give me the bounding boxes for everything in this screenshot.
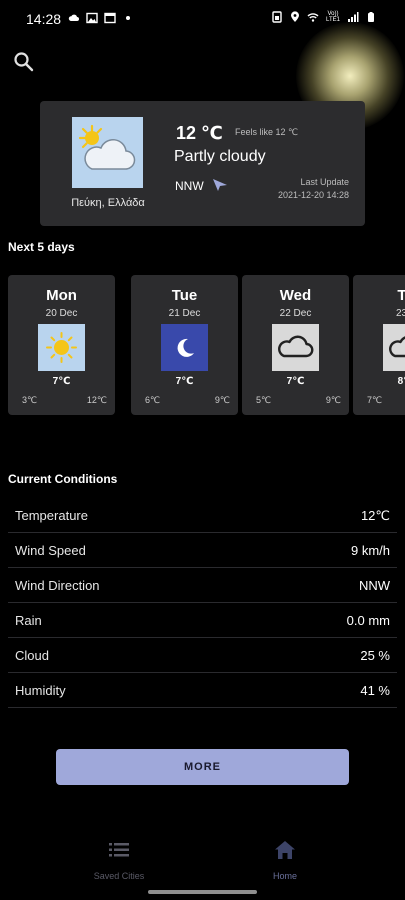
day-name: Wed (279, 287, 312, 304)
cloud-notification-icon (68, 14, 79, 21)
conditions-section-title: Current Conditions (8, 472, 118, 486)
current-temperature: 12 ℃ (176, 123, 223, 143)
day-name: Mon (46, 287, 77, 304)
day-temperature: 7℃ (175, 376, 194, 387)
forecast-day-card[interactable]: Tue 21 Dec 7℃ 6℃ 9℃ (131, 275, 238, 415)
home-icon (275, 841, 295, 859)
wifi-icon (307, 13, 319, 22)
forecast-day-card[interactable]: Mon 20 Dec 7℃ 3℃ 12℃ (8, 275, 115, 415)
condition-label: Wind Speed (15, 543, 86, 558)
condition-row: Rain 0.0 mm (8, 603, 397, 638)
forecast-day-card[interactable]: Wed 22 Dec 7℃ 5℃ 9℃ (242, 275, 349, 415)
status-time: 14:28 (26, 11, 62, 27)
wind-direction-arrow-icon (213, 179, 227, 191)
image-notification-icon (86, 12, 98, 24)
nav-home-label: Home (272, 871, 297, 881)
condition-value: NNW (358, 578, 390, 593)
day-max-temperature: 9℃ (214, 395, 230, 405)
forecast-day-card[interactable]: Th 23 D 8℃ 7℃ (353, 275, 405, 415)
condition-row: Cloud 25 % (8, 638, 397, 673)
condition-row: Wind Direction NNW (8, 568, 397, 603)
network-label: Vo)) LTE1 (326, 11, 340, 23)
day-name: Th (397, 287, 405, 304)
condition-value: 0.0 mm (346, 613, 390, 628)
more-notifications-dot-icon (126, 16, 130, 20)
cloud-icon (272, 324, 319, 371)
day-temperature: 7℃ (52, 376, 71, 387)
day-name: Tue (171, 287, 198, 304)
sun-icon (38, 324, 85, 371)
moon-icon (161, 324, 208, 371)
day-temperature: 7℃ (286, 376, 305, 387)
day-max-temperature: 12℃ (86, 395, 107, 405)
last-update-value: 2021-12-20 14:28 (277, 190, 349, 200)
condition-value: 12℃ (360, 508, 390, 523)
current-weather-card[interactable]: Πεύκη, Ελλάδα 12 ℃ Feels like 12 ℃ Partl… (40, 101, 365, 226)
day-date: 23 D (395, 308, 405, 319)
feels-like-label: Feels like 12 ℃ (235, 127, 299, 137)
condition-label: Rain (15, 613, 42, 628)
day-max-temperature: 9℃ (325, 395, 341, 405)
cloud-icon (383, 324, 405, 371)
condition-row: Wind Speed 9 km/h (8, 533, 397, 568)
system-home-indicator[interactable] (148, 890, 257, 894)
forecast-section-title: Next 5 days (8, 240, 75, 254)
battery-icon (368, 12, 374, 22)
day-min-temperature: 7℃ (367, 395, 383, 405)
search-icon[interactable] (12, 50, 36, 74)
day-min-temperature: 5℃ (256, 395, 272, 405)
condition-value: 9 km/h (350, 543, 390, 558)
last-update-label: Last Update (300, 177, 349, 187)
condition-label: Cloud (15, 648, 49, 663)
day-date: 20 Dec (45, 308, 78, 319)
day-date: 22 Dec (279, 308, 312, 319)
nav-home[interactable]: Home (235, 840, 335, 884)
weather-description: Partly cloudy (174, 148, 266, 165)
battery-saver-icon (272, 11, 282, 23)
condition-row: Humidity 41 % (8, 673, 397, 708)
partly-cloudy-icon (72, 117, 143, 188)
condition-value: 41 % (360, 683, 390, 698)
location-icon (291, 11, 299, 22)
wind-direction-label: NNW (175, 179, 204, 193)
day-min-temperature: 3℃ (22, 395, 38, 405)
condition-label: Temperature (15, 508, 88, 523)
day-date: 21 Dec (168, 308, 201, 319)
condition-label: Wind Direction (15, 578, 100, 593)
nav-saved-cities[interactable]: Saved Cities (69, 840, 169, 884)
day-min-temperature: 6℃ (145, 395, 161, 405)
list-icon (109, 843, 129, 857)
condition-row: Temperature 12℃ (8, 498, 397, 533)
day-temperature: 8℃ (397, 376, 405, 387)
condition-value: 25 % (360, 648, 390, 663)
calendar-notification-icon (104, 12, 116, 24)
bottom-navigation: Saved Cities Home (0, 830, 405, 885)
more-button[interactable]: MORE (56, 749, 349, 785)
conditions-list: Temperature 12℃ Wind Speed 9 km/h Wind D… (8, 498, 397, 708)
location-label: Πεύκη, Ελλάδα (71, 197, 145, 209)
nav-saved-cities-label: Saved Cities (93, 871, 145, 881)
condition-label: Humidity (15, 683, 66, 698)
forecast-list[interactable]: Mon 20 Dec 7℃ 3℃ 12℃ Tue 21 Dec 7℃ 6℃ 9℃… (8, 275, 405, 415)
